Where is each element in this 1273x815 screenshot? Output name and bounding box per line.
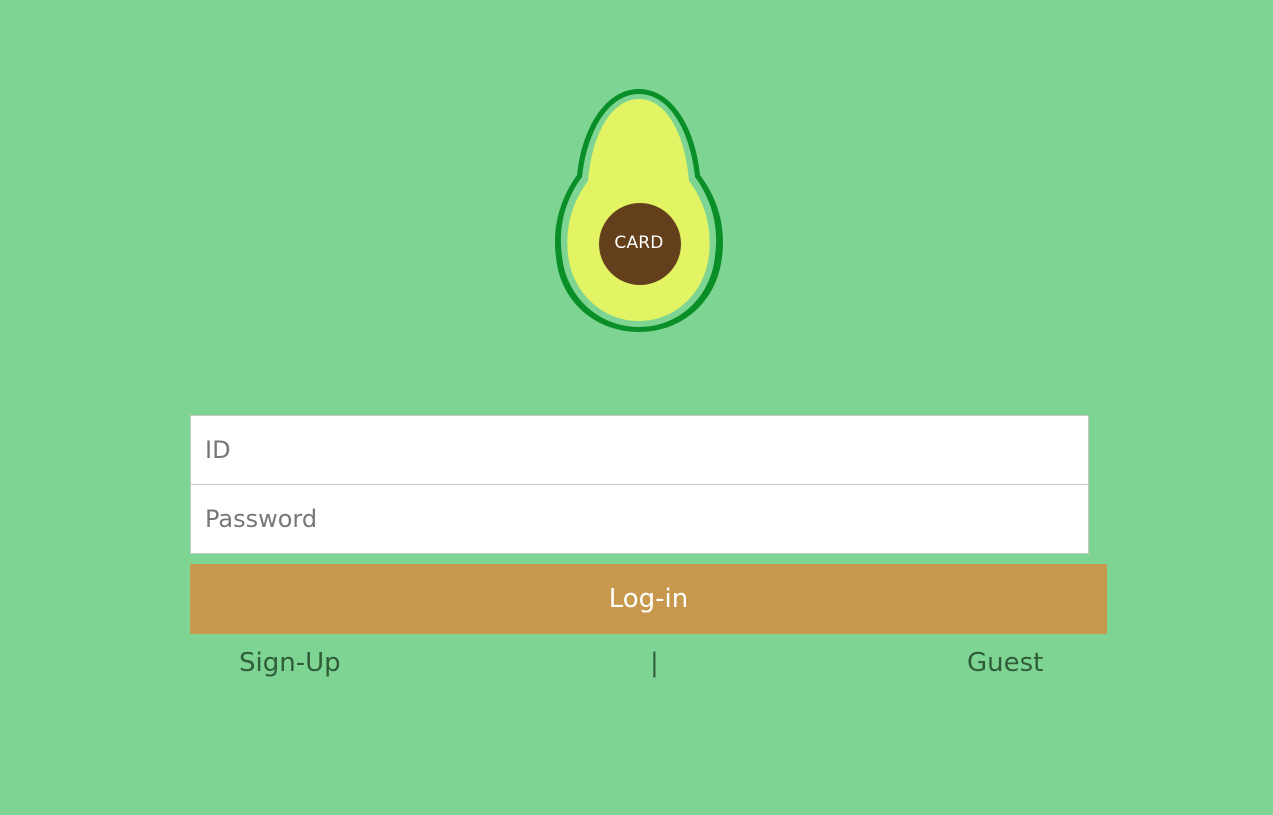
avocado-logo: CARD [552,87,726,335]
logo-label: CARD [614,233,664,253]
avocado-icon [554,89,724,332]
signup-link[interactable]: Sign-Up [239,648,341,678]
login-page: CARD Log-in Sign-Up | Guest [0,0,1273,815]
login-button[interactable]: Log-in [190,564,1107,634]
link-separator: | [650,648,659,678]
login-form [190,415,1089,554]
auth-links: Sign-Up | Guest [0,648,1273,688]
password-input[interactable] [190,485,1089,554]
guest-link[interactable]: Guest [967,648,1043,678]
id-input[interactable] [190,415,1089,485]
